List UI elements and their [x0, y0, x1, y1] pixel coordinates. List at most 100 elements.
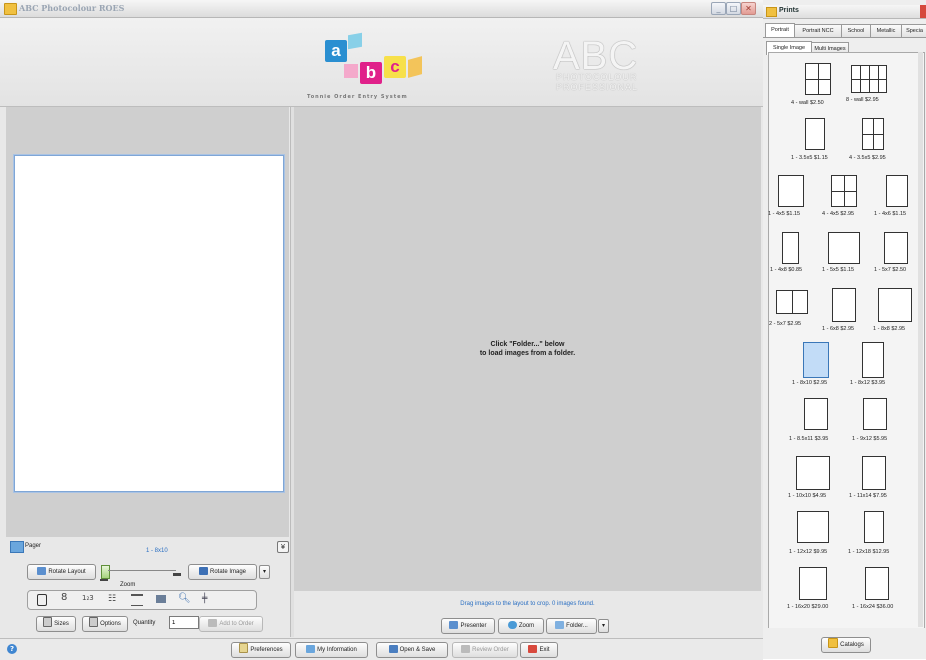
print-size-label: 8 - wall $2.95 — [846, 97, 879, 103]
prints-close-icon[interactable] — [920, 5, 926, 18]
print-size-label: 1 - 3.5x5 $1.15 — [791, 155, 828, 161]
close-button[interactable]: ✕ — [741, 2, 756, 15]
zoom-out-icon[interactable] — [100, 579, 108, 581]
print-size-label: 1 - 8.5x11 $3.95 — [789, 436, 829, 442]
move-icon[interactable] — [37, 594, 47, 606]
print-size-label: 4 - 3.5x5 $2.95 — [849, 155, 886, 161]
quantity-input[interactable] — [169, 616, 199, 629]
print-size-thumbnail[interactable] — [796, 456, 830, 490]
grid-line — [806, 79, 830, 80]
print-size-label: 1 - 16x20 $29.00 — [787, 604, 829, 610]
zoom-slider-track[interactable] — [108, 570, 176, 571]
prints-title-bar: Prints — [763, 5, 926, 19]
print-size-thumbnail[interactable] — [884, 232, 908, 264]
print-size-thumbnail[interactable] — [862, 456, 886, 490]
tab-metallic[interactable]: Metallic — [870, 24, 902, 37]
preferences-button[interactable]: Preferences — [231, 642, 291, 658]
grid-icon[interactable]: ☷ — [108, 594, 116, 604]
sizes-icon — [43, 617, 53, 627]
print-size-label: 1 - 11x14 $7.95 — [849, 493, 887, 499]
print-size-thumbnail[interactable] — [851, 65, 887, 93]
cube-c: c — [384, 56, 406, 78]
rotate-image-dropdown[interactable]: ▾ — [259, 565, 270, 579]
grid-line — [852, 79, 886, 80]
print-size-thumbnail[interactable] — [831, 175, 857, 207]
grid-line — [792, 291, 793, 313]
tab-special[interactable]: Specia — [901, 24, 926, 37]
print-size-thumbnail[interactable] — [864, 511, 884, 543]
tool-strip: 8 1₂3 ☷ 🔍︎ ╪ — [27, 590, 257, 610]
print-size-label: 1 - 12x18 $12.95 — [848, 549, 890, 555]
tab-portrait[interactable]: Portrait — [765, 23, 795, 37]
number-icon[interactable]: 1₂3 — [82, 594, 94, 602]
tab-school[interactable]: School — [841, 24, 871, 37]
print-size-label: 4 - 4x5 $2.95 — [822, 211, 855, 217]
flip-v-icon[interactable] — [156, 595, 166, 603]
preferences-icon — [239, 643, 249, 653]
zoom-button[interactable]: Zoom — [498, 618, 544, 634]
print-list-scrollbar[interactable] — [918, 52, 923, 627]
print-size-thumbnail[interactable] — [828, 232, 860, 264]
presenter-button[interactable]: Presenter — [441, 618, 495, 634]
print-size-thumbnail[interactable] — [863, 398, 887, 430]
print-size-thumbnail[interactable] — [865, 567, 889, 600]
print-size-thumbnail[interactable] — [805, 118, 825, 150]
print-size-label: 1 - 12x12 $9.95 — [789, 549, 828, 555]
open-save-button[interactable]: Open & Save — [376, 642, 448, 658]
print-size-thumbnail[interactable] — [797, 511, 829, 543]
minimize-button[interactable]: _ — [711, 2, 726, 15]
tab-portrait-ncc[interactable]: Portrait NCC — [794, 24, 842, 37]
rotate-layout-icon — [37, 567, 47, 575]
review-order-icon — [461, 645, 471, 653]
print-size-thumbnail[interactable] — [782, 232, 799, 264]
print-size-thumbnail[interactable] — [803, 342, 829, 378]
print-size-thumbnail[interactable] — [805, 63, 831, 95]
sizes-button[interactable]: Sizes — [36, 616, 76, 632]
print-size-label: 1 - 10x10 $4.95 — [788, 493, 827, 499]
exit-button[interactable]: Exit — [520, 642, 558, 658]
grid-line — [863, 134, 883, 135]
folder-button[interactable]: Folder... — [546, 618, 597, 634]
pager-icon — [10, 541, 24, 553]
search-icon[interactable]: 🔍︎ — [178, 593, 191, 604]
tab-divider — [763, 37, 926, 38]
print-size-thumbnail[interactable] — [832, 288, 856, 322]
rotate-image-button[interactable]: Rotate Image — [188, 564, 257, 580]
print-size-thumbnail[interactable] — [778, 175, 804, 207]
open-save-icon — [388, 645, 398, 653]
zoom-in-icon[interactable] — [173, 573, 181, 576]
hint-line-1: Click "Folder..." below — [490, 341, 565, 348]
center-icon[interactable]: ╪ — [202, 594, 207, 604]
prints-folder-icon — [766, 7, 777, 17]
center-status-area: Drag images to the layout to crop. 0 ima… — [294, 591, 761, 637]
options-button[interactable]: Options — [82, 616, 128, 632]
presenter-icon — [449, 621, 459, 629]
quantity-label: Quantity — [133, 620, 156, 626]
print-size-thumbnail[interactable] — [886, 175, 908, 207]
flip-h-icon[interactable] — [131, 594, 143, 606]
print-size-thumbnail[interactable] — [799, 567, 827, 600]
user-icon — [306, 645, 316, 653]
collapse-chevron-icon[interactable]: ¥ — [277, 541, 289, 553]
rotate-image-icon — [198, 567, 208, 575]
print-size-label: 2 - 5x7 $2.95 — [769, 321, 802, 327]
prints-title: Prints — [779, 7, 799, 14]
my-information-button[interactable]: My Information — [295, 642, 368, 658]
print-size-thumbnail[interactable] — [776, 290, 808, 314]
layout-page[interactable] — [14, 155, 284, 492]
folder-dropdown[interactable]: ▾ — [598, 619, 609, 633]
print-size-thumbnail[interactable] — [862, 118, 884, 150]
help-icon[interactable]: ? — [7, 644, 17, 654]
catalogs-icon — [828, 638, 839, 648]
print-size-thumbnail[interactable] — [878, 288, 912, 322]
print-size-label: 1 - 9x12 $5.95 — [852, 436, 888, 442]
print-size-thumbnail[interactable] — [804, 398, 828, 430]
add-to-order-button[interactable]: Add to Order — [199, 616, 263, 632]
review-order-button[interactable]: Review Order — [452, 642, 518, 658]
print-size-thumbnail[interactable] — [862, 342, 884, 378]
catalogs-button[interactable]: Catalogs — [821, 637, 871, 653]
maximize-button[interactable]: □ — [726, 2, 741, 15]
stack-icon[interactable]: 8 — [61, 592, 67, 603]
rotate-layout-button[interactable]: Rotate Layout — [27, 564, 96, 580]
zoom-slider-handle[interactable] — [101, 565, 110, 579]
